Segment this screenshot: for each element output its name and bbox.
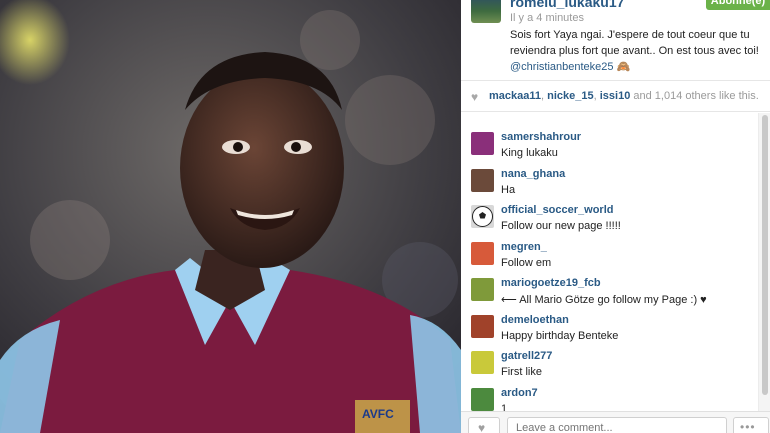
comment-item: official_soccer_world Follow our new pag…: [461, 203, 757, 240]
post-photo[interactable]: AVFC: [0, 0, 461, 433]
likes-text: mackaa11, nicke_15, issi10 and 1,014 oth…: [489, 90, 759, 102]
post-time: Il y a 4 minutes: [510, 12, 584, 24]
badge-text: AVFC: [362, 407, 394, 421]
comment-text: Ha: [501, 183, 516, 196]
scrollbar-thumb[interactable]: [762, 115, 768, 395]
comment-text: First like: [501, 366, 542, 378]
post-caption: Sois fort Yaya ngai. J'espere de tout co…: [510, 27, 765, 75]
comment-text: Follow em: [501, 256, 552, 269]
caption-mention[interactable]: @christianbenteke25: [510, 61, 614, 73]
more-options-button[interactable]: •••: [733, 417, 769, 433]
comment-item: mariogoetze19_fcb ⟵ All Mario Götze go f…: [461, 276, 757, 313]
commenter-username[interactable]: megren_: [501, 241, 547, 253]
commenter-avatar[interactable]: [471, 387, 494, 411]
likes-bar: ♥ mackaa11, nicke_15, issi10 and 1,014 o…: [461, 81, 770, 112]
photo-image: AVFC: [0, 0, 461, 433]
commenter-username[interactable]: gatrell277: [501, 350, 552, 362]
commenter-username[interactable]: official_soccer_world: [501, 204, 614, 216]
commenter-username[interactable]: nana_ghana: [501, 168, 565, 180]
post-details-panel: romelu_lukaku17 Abonné(e) Il y a 4 minut…: [461, 0, 770, 433]
comment-item: demeloethan Happy birthday Benteke: [461, 313, 757, 350]
comment-text: King lukaku: [501, 147, 558, 159]
comment-item: megren_ Follow em: [461, 240, 757, 277]
caption-emoji: 🙈: [616, 61, 631, 73]
heart-icon: ♥: [478, 421, 486, 433]
comment-input[interactable]: [507, 417, 727, 433]
soccer-ball-icon: [472, 206, 493, 227]
like-button[interactable]: ♥: [468, 417, 500, 433]
comment-item: nana_ghana Ha: [461, 167, 757, 204]
follow-button[interactable]: Abonné(e): [706, 0, 770, 10]
heart-icon: ♥: [471, 90, 479, 104]
author-username[interactable]: romelu_lukaku17: [510, 0, 624, 10]
comment-text: Follow our new page !!!!!: [501, 220, 621, 232]
author-avatar[interactable]: [471, 0, 501, 23]
comment-text: Happy birthday Benteke: [501, 329, 619, 342]
ellipsis-icon: •••: [740, 420, 756, 433]
commenter-avatar[interactable]: [471, 132, 494, 155]
liker-3[interactable]: issi10: [600, 90, 631, 102]
commenter-username[interactable]: mariogoetze19_fcb: [501, 277, 601, 289]
commenter-username[interactable]: ardon7: [501, 387, 538, 399]
commenter-username[interactable]: demeloethan: [501, 314, 569, 326]
comment-item: samershahrour King lukaku: [461, 130, 757, 167]
comments-scrollbar[interactable]: [758, 113, 770, 411]
soccer-ball-avatar[interactable]: [471, 205, 494, 228]
comments-list: samershahrour King lukaku nana_ghana Ha …: [461, 130, 757, 422]
commenter-avatar[interactable]: [471, 168, 494, 192]
commenter-avatar[interactable]: [471, 351, 494, 374]
commenter-username[interactable]: samershahrour: [501, 131, 581, 143]
comment-item: gatrell277 First like: [461, 349, 757, 386]
caption-text: Sois fort Yaya ngai. J'espere de tout co…: [510, 29, 759, 57]
commenter-avatar[interactable]: [471, 241, 494, 265]
commenter-avatar[interactable]: [471, 278, 494, 301]
post-header: romelu_lukaku17 Abonné(e) Il y a 4 minut…: [461, 0, 770, 81]
comment-text: ⟵ All Mario Götze go follow my Page :) ♥: [501, 294, 707, 306]
likes-count: 1,014: [654, 90, 683, 102]
liker-1[interactable]: mackaa11: [489, 90, 541, 102]
comment-bar: ♥ •••: [461, 411, 770, 433]
liker-2[interactable]: nicke_15: [547, 90, 593, 102]
commenter-avatar[interactable]: [471, 314, 494, 338]
